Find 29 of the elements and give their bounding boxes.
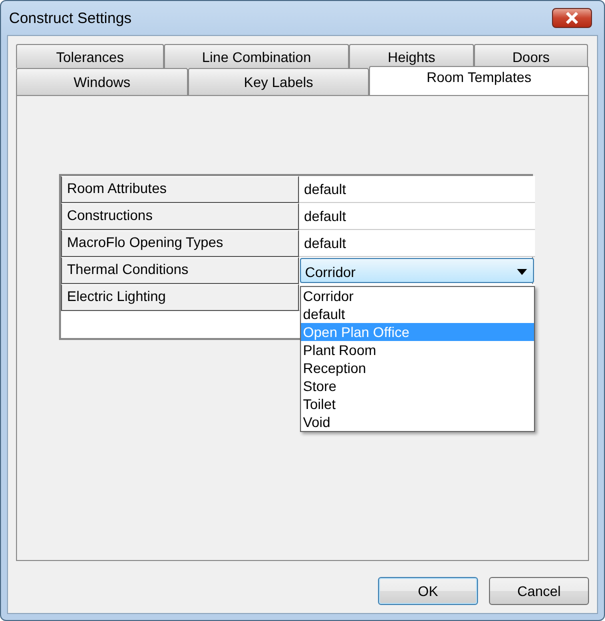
tab[interactable]: Doors <box>474 44 588 68</box>
property-value: default <box>299 230 535 257</box>
property-value: default <box>299 176 535 203</box>
tab[interactable]: Line Combination <box>164 44 349 68</box>
close-button[interactable] <box>552 8 592 28</box>
dropdown-option[interactable]: Store <box>301 377 534 395</box>
property-label: Room Attributes <box>61 176 299 203</box>
dropdown-option[interactable]: Reception <box>301 359 534 377</box>
dropdown-option[interactable]: Corridor <box>301 287 534 305</box>
dropdown-option[interactable]: Void <box>301 413 534 431</box>
tab[interactable]: Tolerances <box>16 44 164 68</box>
close-icon <box>565 12 579 24</box>
property-label: Electric Lighting <box>61 284 299 311</box>
tab[interactable]: Heights <box>349 44 474 68</box>
dropdown-value: Corridor <box>305 264 356 280</box>
dropdown-option[interactable]: Toilet <box>301 395 534 413</box>
tab[interactable]: Key Labels <box>188 68 369 95</box>
property-label: Constructions <box>61 203 299 230</box>
dialog-button[interactable]: OK <box>378 577 478 605</box>
dropdown-option[interactable]: default <box>301 305 534 323</box>
window-title: Construct Settings <box>9 10 132 26</box>
property-label: Thermal Conditions <box>61 257 299 284</box>
tab[interactable]: Windows <box>16 68 188 95</box>
caret-icon <box>517 268 527 274</box>
property-label: MacroFlo Opening Types <box>61 230 299 257</box>
dropdown-option[interactable]: Plant Room <box>301 341 534 359</box>
property-value: default <box>299 203 535 230</box>
dialog-button[interactable]: Cancel <box>489 577 589 605</box>
tab[interactable]: Room Templates <box>369 66 589 95</box>
